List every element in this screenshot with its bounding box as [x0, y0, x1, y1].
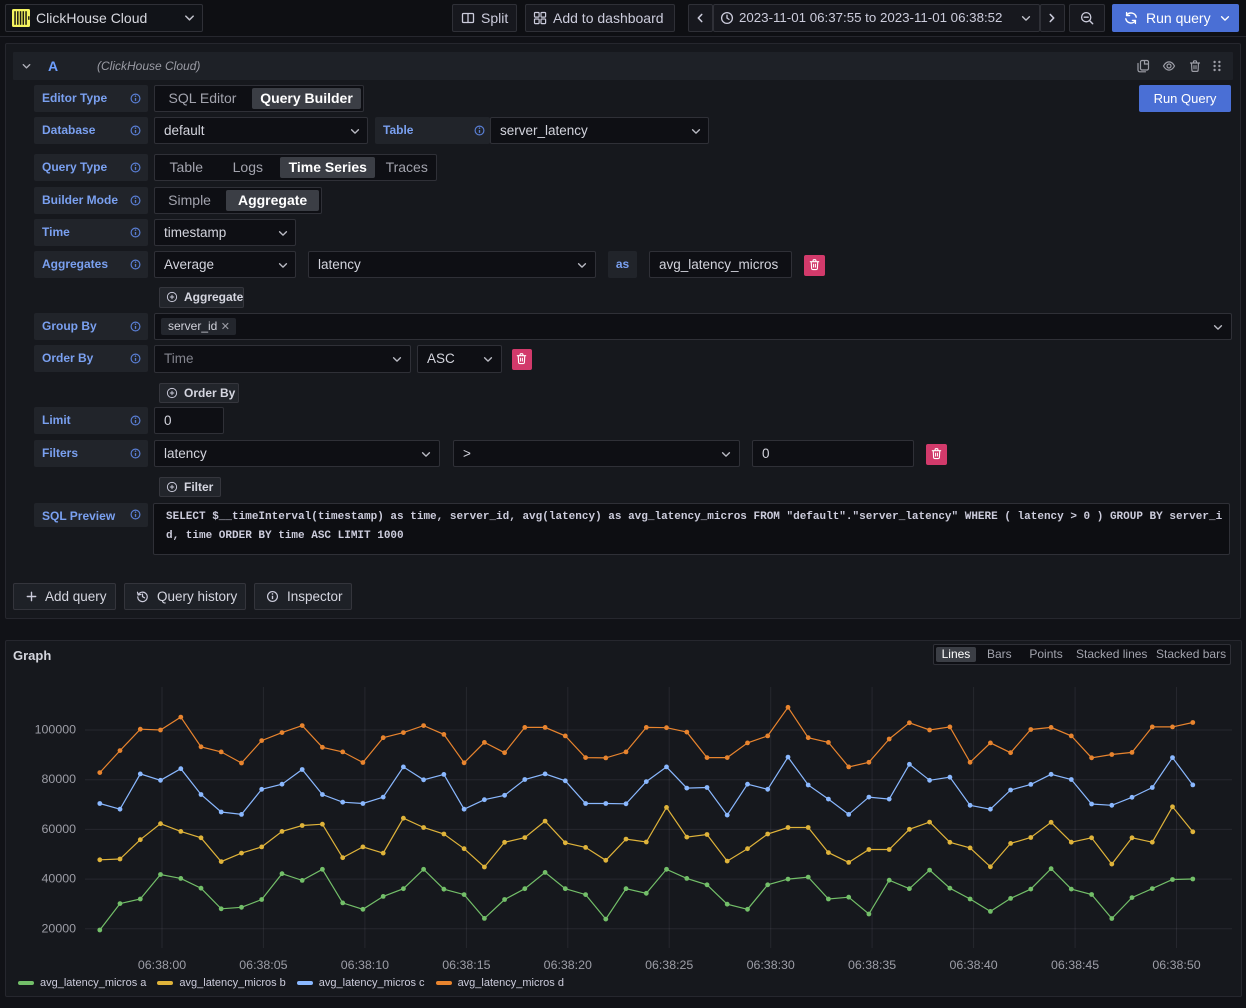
svg-text:80000: 80000 — [42, 772, 77, 786]
svg-text:20000: 20000 — [42, 921, 77, 935]
svg-text:100000: 100000 — [35, 723, 76, 737]
svg-text:40000: 40000 — [42, 872, 77, 886]
svg-text:06:38:00: 06:38:00 — [138, 958, 186, 972]
svg-text:06:38:15: 06:38:15 — [442, 958, 490, 972]
svg-text:06:38:25: 06:38:25 — [645, 958, 693, 972]
svg-text:06:38:30: 06:38:30 — [747, 958, 795, 972]
svg-text:06:38:20: 06:38:20 — [544, 958, 592, 972]
svg-text:06:38:35: 06:38:35 — [848, 958, 896, 972]
svg-text:06:38:50: 06:38:50 — [1152, 958, 1200, 972]
svg-text:06:38:40: 06:38:40 — [949, 958, 997, 972]
svg-text:06:38:10: 06:38:10 — [341, 958, 389, 972]
svg-text:60000: 60000 — [42, 822, 77, 836]
svg-text:06:38:45: 06:38:45 — [1051, 958, 1099, 972]
svg-text:06:38:05: 06:38:05 — [239, 958, 287, 972]
